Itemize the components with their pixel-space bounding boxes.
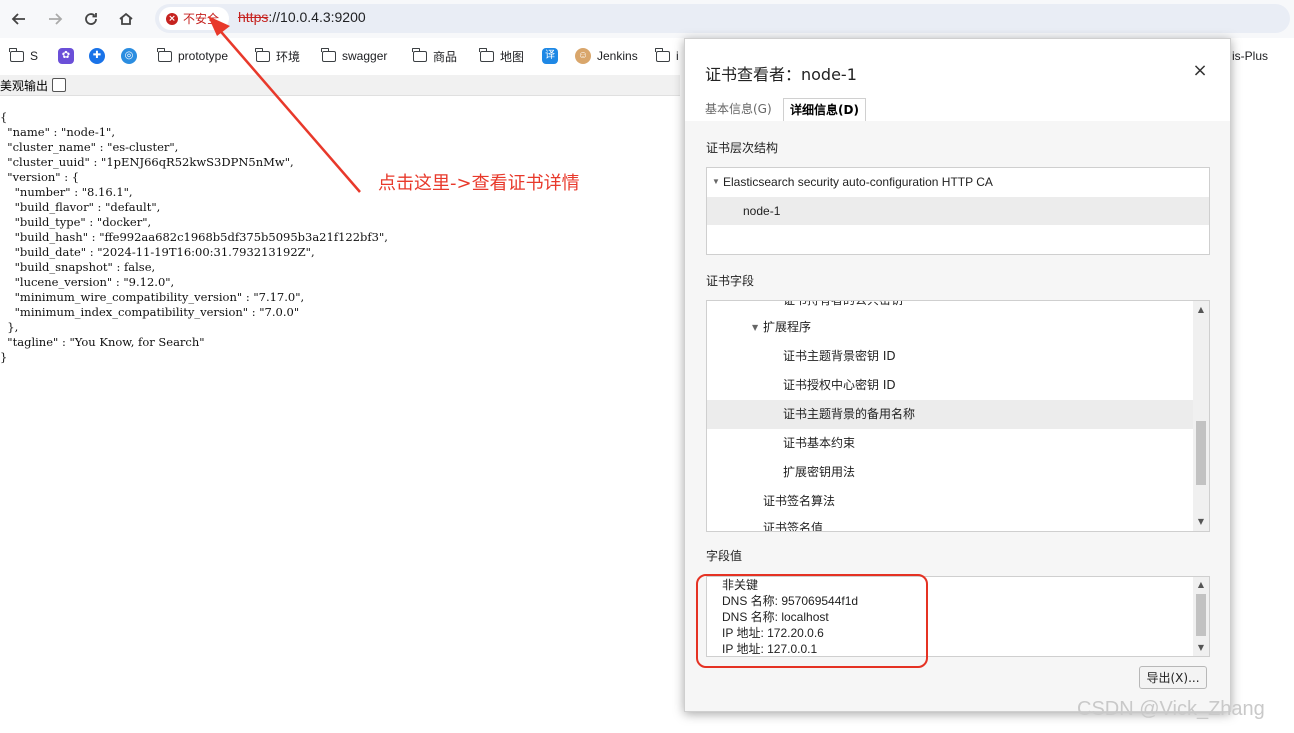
field-item[interactable]: 证书签名值 — [707, 514, 1193, 532]
bookmark-item[interactable]: 商品 — [412, 46, 458, 66]
field-label: 证书签名值 — [763, 521, 824, 532]
reload-button[interactable] — [78, 6, 104, 32]
scroll-down-icon[interactable]: ▼ — [1193, 641, 1209, 655]
field-label: 扩展密钥用法 — [783, 465, 856, 479]
bookmark-label: 商品 — [433, 49, 458, 64]
bookmark-label: prototype — [178, 49, 229, 63]
scroll-down-icon[interactable]: ▼ — [1193, 515, 1209, 529]
bookmark-item[interactable]: prototype — [157, 46, 229, 66]
arrow-right-icon — [49, 13, 63, 25]
tree-item[interactable]: ▼ Elasticsearch security auto-configurat… — [707, 168, 1209, 196]
field-item[interactable]: 证书基本约束 — [707, 429, 1193, 458]
field-item-selected[interactable]: 证书主题背景的备用名称 — [707, 400, 1193, 429]
arrow-left-icon — [11, 13, 25, 25]
fields-label: 证书字段 — [706, 274, 755, 288]
scroll-up-icon[interactable]: ▲ — [1193, 578, 1209, 592]
tree-item-selected[interactable]: node-1 — [707, 197, 1209, 225]
certificate-fields-tree: 证书持有者的公共密钥 ▼ 扩展程序 证书主题背景密钥 ID 证书授权中心密钥 ID… — [706, 300, 1210, 532]
field-label: 证书主题背景的备用名称 — [783, 407, 916, 421]
tab-details[interactable]: 详细信息(D) — [783, 98, 866, 123]
pretty-print-checkbox[interactable] — [52, 78, 67, 92]
field-label: 扩展程序 — [763, 320, 812, 334]
blue-swirl-icon: ◎ — [121, 48, 137, 64]
url-text[interactable]: https://10.0.4.3:9200 — [238, 9, 366, 25]
bookmark-label: Jenkins — [597, 49, 638, 63]
back-button[interactable] — [6, 6, 32, 32]
field-item[interactable]: 证书授权中心密钥 ID — [707, 371, 1193, 400]
bookmark-item[interactable]: ◎ — [121, 46, 143, 66]
pretty-print-label: 美观输出 — [0, 78, 49, 93]
value-scrollbar[interactable]: ▲ ▼ — [1193, 577, 1209, 656]
folder-icon — [412, 47, 427, 62]
folder-icon — [9, 47, 24, 62]
bookmark-item[interactable]: ✚ — [89, 46, 111, 66]
bookmark-item[interactable]: swagger — [321, 46, 388, 66]
tree-item-label: node-1 — [743, 204, 781, 218]
purple-app-icon: ✿ — [58, 48, 74, 64]
bookmark-item[interactable]: S — [9, 46, 39, 66]
folder-icon — [655, 47, 670, 62]
dialog-title: 证书查看者：node-1 — [705, 65, 857, 84]
url-host: ://10.0.4.3:9200 — [268, 9, 366, 25]
scroll-thumb[interactable] — [1196, 421, 1206, 485]
url-protocol: https — [238, 9, 269, 25]
bookmark-item[interactable]: ✿ — [58, 46, 80, 66]
bookmark-item[interactable]: 地图 — [479, 46, 525, 66]
field-label: 证书签名算法 — [763, 494, 836, 508]
pretty-print-bar: 美观输出 — [0, 75, 680, 96]
folder-icon — [479, 47, 494, 62]
bookmark-label: S — [30, 49, 39, 63]
bookmark-label: is-Plus — [1232, 49, 1269, 63]
folder-icon — [157, 47, 172, 62]
field-label: 证书基本约束 — [783, 436, 856, 450]
bookmark-item[interactable]: 环境 — [255, 46, 301, 66]
field-item[interactable]: 证书主题背景密钥 ID — [707, 342, 1193, 371]
tree-item-label: Elasticsearch security auto-configuratio… — [723, 175, 993, 189]
bookmark-item[interactable]: ☺ Jenkins — [575, 46, 638, 66]
reload-icon — [85, 13, 97, 25]
not-secure-icon: × — [166, 12, 178, 25]
home-icon — [119, 12, 133, 25]
export-button[interactable]: 导出(X)... — [1139, 666, 1207, 689]
hierarchy-label: 证书层次结构 — [706, 141, 779, 155]
certificate-hierarchy-tree: ▼ Elasticsearch security auto-configurat… — [706, 167, 1210, 255]
jenkins-icon: ☺ — [575, 48, 591, 64]
field-item[interactable]: 扩展密钥用法 — [707, 458, 1193, 487]
bookmark-label: 地图 — [500, 49, 525, 64]
security-indicator[interactable]: × 不安全 — [159, 7, 229, 30]
field-label: 证书授权中心密钥 ID — [783, 378, 896, 392]
bookmark-label: i — [676, 49, 679, 63]
security-label: 不安全 — [183, 12, 220, 26]
watermark: CSDN @Vick_Zhang — [1077, 698, 1265, 720]
json-response: { "name" : "node-1", "cluster_name" : "e… — [0, 110, 388, 364]
scroll-up-icon[interactable]: ▲ — [1193, 303, 1209, 317]
forward-button[interactable] — [42, 6, 68, 32]
close-button[interactable]: × — [1188, 59, 1212, 83]
value-label: 字段值 — [706, 549, 743, 563]
expand-arrow-icon: ▼ — [712, 177, 720, 186]
expand-arrow-icon: ▼ — [752, 323, 759, 332]
bookmark-item[interactable]: is-Plus — [1232, 46, 1268, 66]
field-label: 证书主题背景密钥 ID — [783, 349, 896, 363]
annotation-text: 点击这里->查看证书详情 — [378, 173, 580, 194]
bookmark-label: 环境 — [276, 49, 301, 64]
scroll-thumb[interactable] — [1196, 594, 1206, 636]
bookmark-label: swagger — [342, 49, 388, 63]
home-button[interactable] — [113, 6, 139, 32]
translate-icon: 译 — [542, 48, 558, 64]
folder-icon — [255, 47, 270, 62]
bookmark-item[interactable]: i — [655, 46, 679, 66]
folder-icon — [321, 47, 336, 62]
bookmark-item[interactable]: 译 — [542, 46, 564, 66]
tab-basic-info[interactable]: 基本信息(G) — [699, 98, 778, 121]
highlight-box — [696, 574, 928, 668]
fields-scrollbar[interactable]: ▲ ▼ — [1193, 301, 1209, 531]
close-icon: × — [1192, 60, 1208, 81]
field-item[interactable]: 证书签名算法 — [707, 487, 1193, 516]
field-item[interactable]: ▼ 扩展程序 — [707, 313, 1193, 342]
blue-app-icon: ✚ — [89, 48, 105, 64]
